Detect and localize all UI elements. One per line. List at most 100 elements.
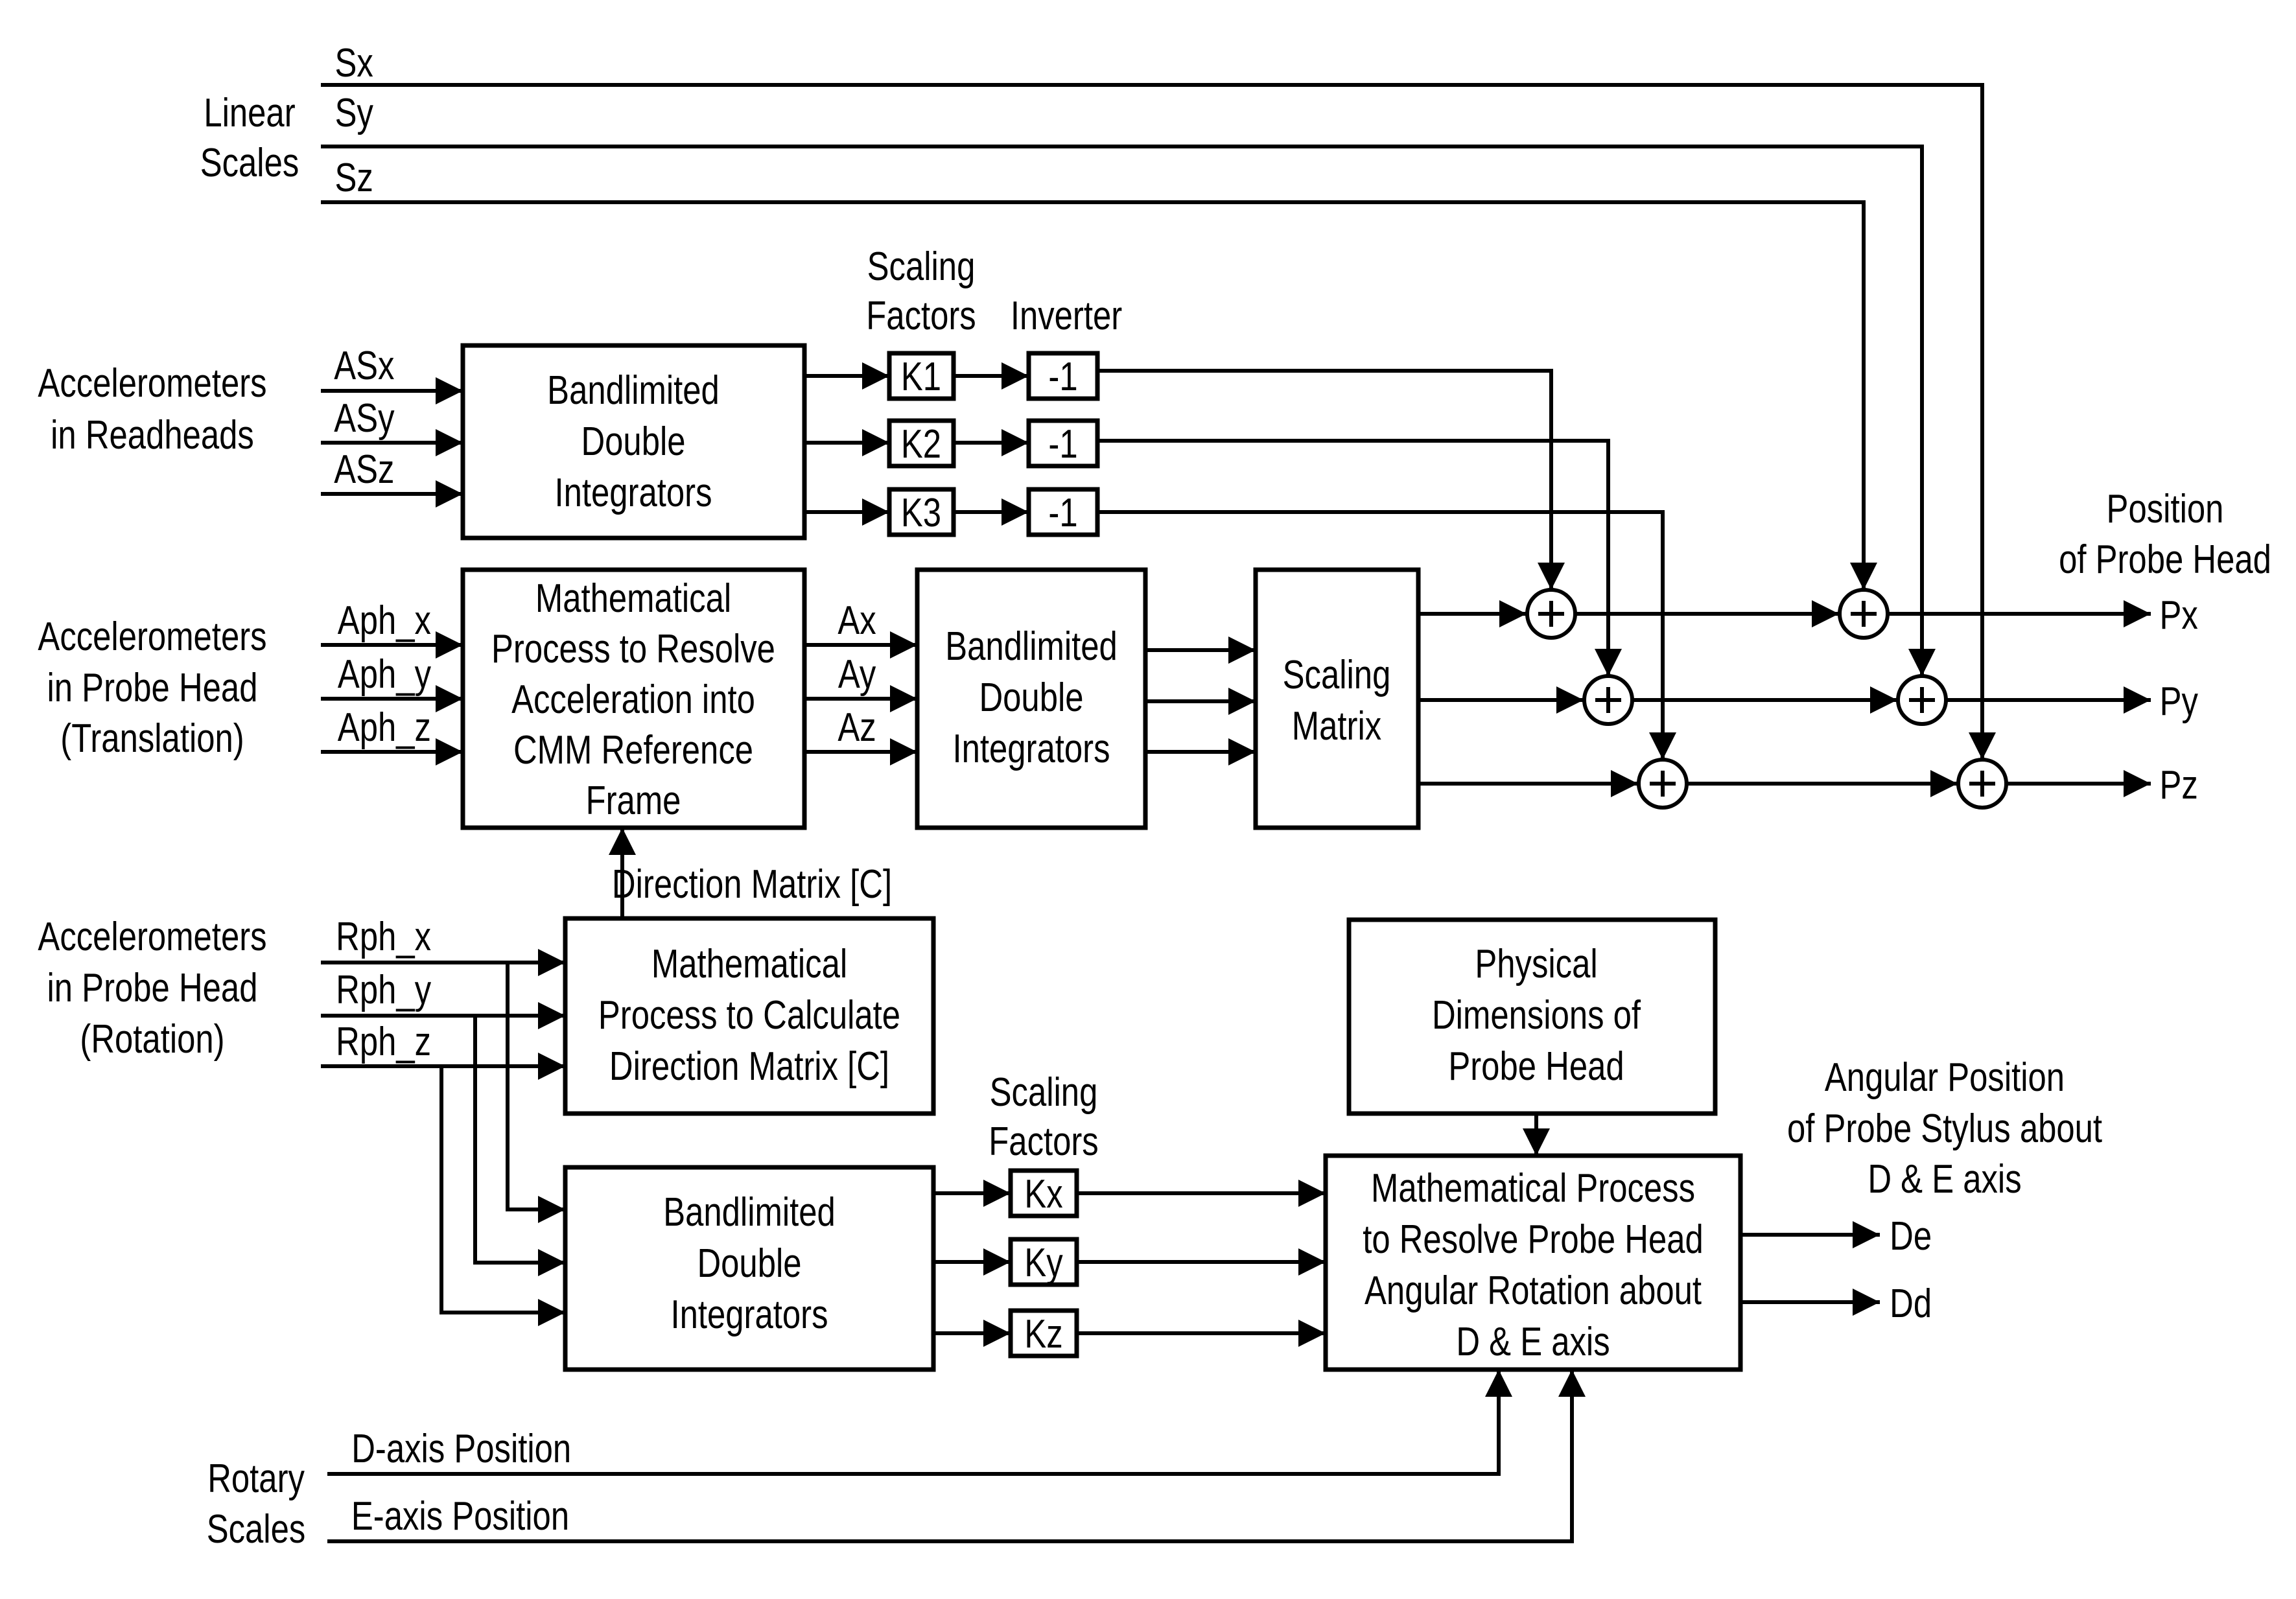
inverter-3-label: -1 [1048, 491, 1077, 535]
signal-aph-y: Aph_y [338, 652, 432, 697]
block-bdi-probe: Bandlimited Double Integrators [915, 567, 1148, 830]
rotary-scales-label-1: Rotary [207, 1456, 305, 1501]
scaling-matrix-line-2: Matrix [1292, 704, 1381, 749]
scaling-factors-bottom-header-1: Scaling [990, 1070, 1098, 1115]
output-pz: Pz [2160, 763, 2198, 808]
readhead-accel-label-1: Accelerometers [38, 361, 266, 406]
rotary-scales-input-group: Rotary Scales D-axis Position E-axis Pos… [207, 1427, 572, 1552]
gain-kx-label: Kx [1024, 1172, 1062, 1217]
resolve-accel-line-5: Frame [586, 778, 681, 823]
bdi-readheads-line-2: Double [581, 419, 685, 464]
gain-kx: Kx [1008, 1168, 1079, 1219]
resolve-rotation-line-2: to Resolve Probe Head [1363, 1217, 1704, 1262]
sum-junction-z2 [1956, 758, 2008, 810]
signal-asy: ASy [334, 396, 395, 441]
probe-head-signal-flow-diagram: Bandlimited Double Integrators Scaling F… [38, 41, 2271, 1552]
probe-translation-label-2: in Probe Head [47, 666, 258, 710]
resolve-accel-line-2: Process to Resolve [491, 627, 775, 671]
sum-junction-y1 [1582, 674, 1634, 726]
linear-scales-label-1: Linear [204, 91, 295, 135]
wire-rph-x-branch [506, 963, 565, 1223]
gain-kz-label: Kz [1024, 1312, 1062, 1357]
signal-ax: Ax [838, 598, 876, 643]
resolve-rotation-line-1: Mathematical Process [1371, 1166, 1695, 1211]
probe-translation-input-group: Accelerometers in Probe Head (Translatio… [38, 598, 431, 761]
sum-junction-x2 [1838, 588, 1890, 640]
calc-direction-line-2: Process to Calculate [598, 993, 900, 1038]
block-physical-dimensions: Physical Dimensions of Probe Head [1346, 917, 1718, 1116]
gain-k3-label: K3 [901, 491, 941, 535]
readhead-accel-input-group: Accelerometers in Readheads ASx ASy ASz [38, 344, 395, 492]
signal-d-axis-position: D-axis Position [351, 1427, 571, 1471]
position-header-1: Position [2107, 487, 2224, 531]
probe-rotation-label-2: in Probe Head [47, 966, 258, 1010]
resolve-rotation-line-4: D & E axis [1456, 1320, 1610, 1364]
direction-matrix-label: Direction Matrix [C] [612, 862, 892, 907]
linear-scales-input-group: Linear Scales Sx Sy Sz [200, 41, 374, 200]
position-header-2: of Probe Head [2059, 537, 2271, 582]
scaling-factors-top-header-2: Factors [866, 294, 976, 338]
output-py: Py [2160, 679, 2199, 724]
angular-header-2: of Probe Stylus about [1787, 1106, 2102, 1151]
physical-dims-line-2: Dimensions of [1432, 993, 1641, 1038]
sum-junction-x1 [1525, 588, 1577, 640]
readhead-accel-label-2: in Readheads [51, 413, 254, 458]
physical-dims-line-1: Physical [1475, 942, 1597, 986]
signal-ay: Ay [838, 652, 876, 697]
sum-junction-y2 [1896, 674, 1948, 726]
bdi-probe-line-2: Double [979, 675, 1083, 720]
bdi-rotation-line-3: Integrators [671, 1292, 828, 1337]
resolve-rotation-line-3: Angular Rotation about [1365, 1268, 1702, 1313]
block-bdi-readheads: Bandlimited Double Integrators [460, 343, 807, 541]
linear-scales-label-2: Scales [200, 141, 299, 185]
resolved-accel-signals: Ax Ay Az [838, 598, 876, 750]
bdi-probe-line-1: Bandlimited [945, 624, 1118, 669]
bdi-readheads-line-3: Integrators [555, 471, 712, 515]
scaling-factors-top: Scaling Factors K1 K2 K3 [866, 244, 976, 537]
gain-k2: K2 [887, 418, 956, 469]
signal-aph-z: Aph_z [338, 705, 431, 750]
position-output-group: Position of Probe Head Px Py Pz [2059, 487, 2271, 808]
signal-e-axis-position: E-axis Position [351, 1494, 569, 1539]
output-de: De [1890, 1214, 1932, 1259]
resolve-accel-line-1: Mathematical [535, 576, 731, 621]
sum-junction-z1 [1637, 758, 1689, 810]
gain-ky-label: Ky [1024, 1241, 1063, 1285]
physical-dims-line-3: Probe Head [1448, 1044, 1624, 1089]
angular-header-3: D & E axis [1868, 1157, 2021, 1202]
inverter-1: -1 [1026, 351, 1100, 401]
output-px: Px [2160, 593, 2198, 638]
block-bdi-rotation: Bandlimited Double Integrators [563, 1165, 936, 1372]
inverter-2-label: -1 [1048, 422, 1077, 467]
block-scaling-matrix: Scaling Matrix [1253, 567, 1421, 830]
gain-kz: Kz [1008, 1308, 1079, 1359]
probe-rotation-label-3: (Rotation) [80, 1017, 224, 1062]
probe-translation-label-1: Accelerometers [38, 614, 266, 659]
calc-direction-line-3: Direction Matrix [C] [609, 1044, 889, 1089]
signal-rph-z: Rph_z [336, 1020, 431, 1064]
angular-output-group: Angular Position of Probe Stylus about D… [1787, 1055, 2102, 1326]
rotary-scales-label-2: Scales [207, 1507, 306, 1552]
output-dd: Dd [1890, 1281, 1932, 1326]
probe-rotation-label-1: Accelerometers [38, 915, 266, 959]
scaling-factors-top-header-1: Scaling [867, 244, 976, 289]
probe-translation-label-3: (Translation) [60, 716, 244, 761]
signal-rph-x: Rph_x [336, 915, 431, 959]
scaling-factors-bottom-header-2: Factors [989, 1119, 1098, 1164]
inverters: Inverter -1 -1 -1 [1011, 294, 1122, 537]
wire-rph-y-branch [473, 1016, 565, 1276]
signal-asx: ASx [334, 344, 394, 388]
gain-k1-label: K1 [901, 355, 941, 399]
wire-rph-z-branch [439, 1066, 565, 1326]
scaling-factors-bottom: Scaling Factors Kx Ky Kz [989, 1070, 1099, 1359]
block-resolve-acceleration: Mathematical Process to Resolve Accelera… [460, 567, 807, 830]
block-calc-direction-matrix: Mathematical Process to Calculate Direct… [563, 916, 936, 1116]
resolve-accel-line-4: CMM Reference [513, 728, 753, 773]
probe-rotation-input-group: Accelerometers in Probe Head (Rotation) … [38, 915, 431, 1064]
gain-k1: K1 [887, 351, 956, 401]
wire-inv1-sum [1097, 369, 1565, 590]
gain-k3: K3 [887, 487, 956, 537]
signal-rph-y: Rph_y [336, 968, 432, 1012]
scaling-matrix-line-1: Scaling [1283, 653, 1391, 697]
signal-aph-x: Aph_x [338, 598, 431, 643]
